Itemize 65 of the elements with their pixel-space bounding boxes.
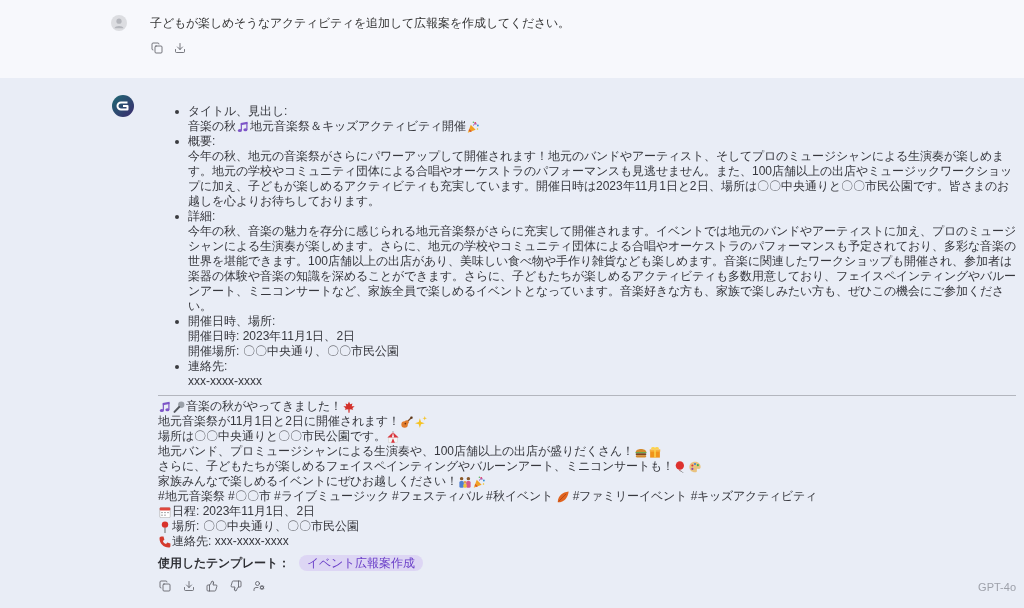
section-label: 詳細:	[188, 209, 216, 224]
post-line: 地元バンド、プロミュージシャンによる生演奏や、100店舗以上の出店が盛りだくさん！	[158, 444, 635, 459]
model-label: GPT-4o	[978, 581, 1016, 593]
person-gear-icon	[253, 579, 265, 592]
pin-icon	[159, 520, 171, 533]
user-message-text: 子どもが楽しめそうなアクティビティを追加して広報案を作成してください。	[150, 15, 570, 31]
section-text: 音楽の秋	[188, 119, 236, 134]
guitar-icon	[400, 415, 413, 428]
download-icon	[182, 579, 195, 592]
family-icon	[459, 475, 471, 488]
palette-icon	[689, 460, 701, 473]
section-text: 開催日時: 2023年11月1日、2日	[188, 329, 356, 344]
section-label: 概要:	[188, 134, 216, 149]
template-tag[interactable]: イベント広報案作成	[299, 555, 423, 571]
thumbs-up-icon	[206, 579, 218, 592]
post-line: 連絡先: xxx-xxxx-xxxx	[172, 534, 289, 549]
bullet-icon	[175, 109, 179, 114]
user-settings-button[interactable]	[252, 578, 266, 593]
maple-leaf-icon	[343, 400, 355, 413]
section-label: 連絡先:	[188, 359, 228, 374]
sparkles-icon	[414, 415, 427, 428]
post-line: 場所は〇〇中央通りと〇〇市民公園です。	[158, 429, 386, 444]
dislike-button[interactable]	[228, 578, 243, 593]
post-line: 地元音楽祭が11月1日と2日に開催されます！	[158, 414, 400, 429]
copy-icon	[159, 579, 171, 592]
copy-icon	[151, 42, 163, 54]
microphone-icon	[173, 400, 185, 413]
thumbs-down-icon	[229, 579, 242, 592]
bullet-icon	[175, 364, 179, 369]
section-text: 今年の秋、地元の音楽祭がさらにパワーアップして開催されます！地元のバンドやアーティスト、そしてプロのミュージシャンによる生演奏が楽しめます。地元の学校やコミュニティ団体による合唱やオーケストラのパフォーマンスも見逃せません。また、100店舗以上の出店やミュージックワークショップに加え、子どもが楽しめるアクティビティも充実しています。開催日時は2023年11月1日と2日、場所は〇〇中央通りと〇〇市民公園です。皆さまのお越しを心よりお待ちしております。	[188, 149, 1014, 209]
gift-icon	[649, 445, 662, 458]
tent-icon	[387, 430, 399, 443]
user-avatar-icon	[111, 15, 127, 31]
like-button[interactable]	[205, 578, 219, 593]
music-notes-icon	[237, 120, 249, 133]
music-notes-icon	[159, 400, 171, 413]
section-text: 今年の秋、音楽の魅力を存分に感じられる地元音楽祭がさらに充実して開催されます。イベントでは地元のバンドやアーティストに加え、プロのミュージシャンによる生演奏が楽しめます。さらに、地元の学校やコミュニティ団体による合唱やオーケストラのパフォーマンスも予定されており、多彩な音楽の世界を堪能できます。100店舗以上の出店があり、美味しい食べ物や手作り雑貨なども楽しめます。音楽に関連したワークショップも開催され、参加者は楽器の体験や音楽の知識を深めることができます。さらに、子どもたちが楽しめるアクティビティも多数用意しており、フェイスペインティングやバルーンアート、ミニコンサートなど、家族全員で楽しめるイベントとなっています。音楽好きな方も、家族で楽しみたい方も、ぜひこの機会にご参加ください。	[188, 224, 1016, 314]
calendar-icon	[159, 505, 171, 518]
post-line: #地元音楽祭 #〇〇市 #ライブミュージック #フェスティバル #秋イベント	[158, 489, 553, 504]
section-text: 地元音楽祭＆キッズアクティビティ開催	[250, 119, 466, 134]
section-label: 開催日時、場所:	[188, 314, 276, 329]
section-text: xxx-xxxx-xxxx	[188, 374, 262, 389]
phone-icon	[159, 535, 171, 548]
download-button[interactable]	[173, 41, 187, 55]
post-line: 家族みんなで楽しめるイベントにぜひお越しください！	[158, 474, 458, 489]
post-line: 場所: 〇〇中央通り、〇〇市民公園	[172, 519, 359, 534]
assistant-logo-icon	[112, 95, 134, 117]
copy-button[interactable]	[158, 578, 172, 593]
section-text: 開催場所: 〇〇中央通り、〇〇市民公園	[188, 344, 399, 359]
post-line: 日程: 2023年11月1日、2日	[172, 504, 316, 519]
balloon-icon	[675, 460, 687, 473]
bullet-icon	[175, 139, 179, 144]
bullet-icon	[175, 319, 179, 324]
post-line: #ファミリーイベント #キッズアクティビティ	[572, 489, 818, 504]
download-button[interactable]	[181, 578, 196, 593]
template-label: 使用したテンプレート：	[158, 555, 290, 571]
post-line: 音楽の秋がやってきました！	[186, 399, 342, 414]
copy-button[interactable]	[150, 41, 164, 55]
leaf-icon	[556, 490, 569, 503]
party-popper-icon	[467, 120, 479, 133]
section-label: タイトル、見出し:	[188, 104, 288, 119]
bullet-icon	[175, 214, 179, 219]
post-line: さらに、子どもたちが楽しめるフェイスペインティングやバルーンアート、ミニコンサートも！	[158, 459, 674, 474]
party-popper-icon	[473, 475, 485, 488]
download-icon	[174, 42, 186, 54]
